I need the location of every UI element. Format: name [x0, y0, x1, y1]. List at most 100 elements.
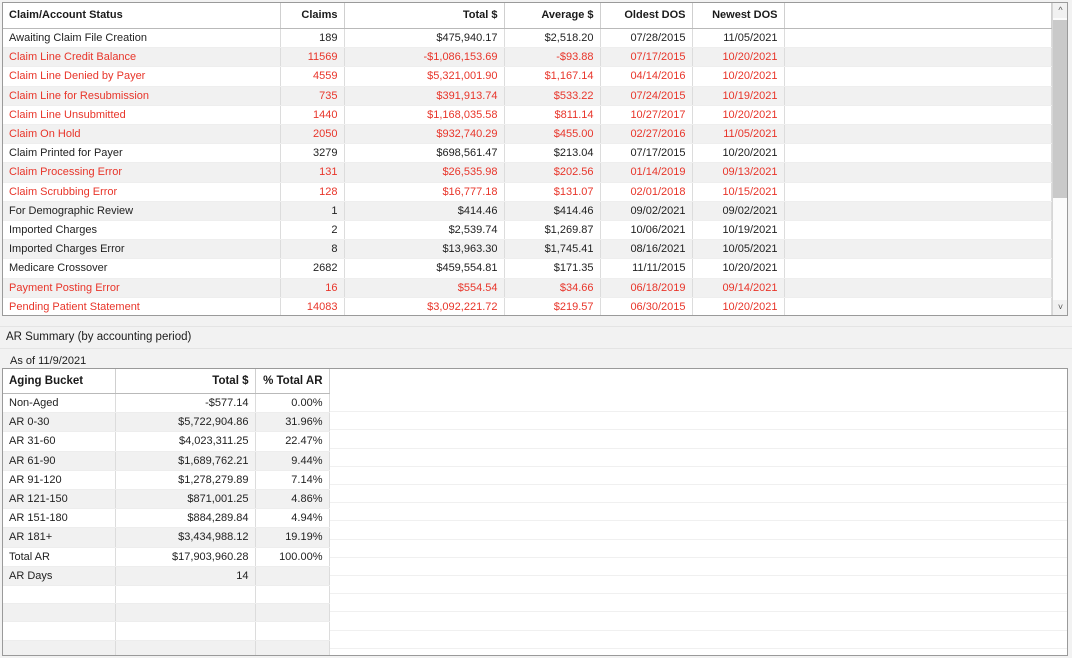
- cell-oldest-dos: 04/14/2016: [600, 67, 692, 86]
- column-header-oldest-dos[interactable]: Oldest DOS: [600, 3, 692, 29]
- row-rule: [329, 630, 1067, 631]
- cell-total: $13,963.30: [344, 240, 504, 259]
- cell-oldest-dos: 07/17/2015: [600, 48, 692, 67]
- table-row[interactable]: Claim Processing Error131$26,535.98$202.…: [3, 163, 1052, 182]
- table-row[interactable]: AR 0-30$5,722,904.8631.96%: [3, 413, 329, 432]
- cell-claims: 2: [280, 221, 344, 240]
- table-row[interactable]: Imported Charges2$2,539.74$1,269.8710/06…: [3, 221, 1052, 240]
- cell-newest-dos: 11/05/2021: [692, 29, 784, 48]
- cell-claims: 14083: [280, 297, 344, 315]
- cell-filler: [784, 48, 1052, 67]
- cell-status: Claim Line Denied by Payer: [3, 67, 280, 86]
- column-header-ar-total[interactable]: Total $: [115, 369, 255, 394]
- claim-status-grid-viewport: ^ Claim/Account Status Claims Total $ Av…: [3, 3, 1052, 315]
- column-header-status[interactable]: ^ Claim/Account Status: [3, 3, 280, 29]
- cell-ar-total: $1,278,279.89: [115, 470, 255, 489]
- cell-status: Claim Line for Resubmission: [3, 86, 280, 105]
- cell-newest-dos: 10/20/2021: [692, 67, 784, 86]
- cell-ar-total: $871,001.25: [115, 490, 255, 509]
- table-row[interactable]: AR 151-180$884,289.844.94%: [3, 509, 329, 528]
- table-row[interactable]: [3, 622, 329, 640]
- row-rule: [329, 611, 1067, 612]
- cell-ar-total: [115, 640, 255, 656]
- cell-claims: 3279: [280, 144, 344, 163]
- table-row[interactable]: AR 61-90$1,689,762.219.44%: [3, 451, 329, 470]
- table-row[interactable]: Claim Line for Resubmission735$391,913.7…: [3, 86, 1052, 105]
- table-row[interactable]: AR 181+$3,434,988.1219.19%: [3, 528, 329, 547]
- sort-ascending-chevron-icon[interactable]: ^: [141, 3, 147, 7]
- cell-pct-total-ar: 0.00%: [255, 394, 329, 413]
- table-row[interactable]: Claim Scrubbing Error128$16,777.18$131.0…: [3, 182, 1052, 201]
- cell-claims: 2682: [280, 259, 344, 278]
- claim-status-grid: ^ Claim/Account Status Claims Total $ Av…: [3, 3, 1052, 315]
- cell-ar-total: -$577.14: [115, 394, 255, 413]
- table-row[interactable]: AR 121-150$871,001.254.86%: [3, 490, 329, 509]
- cell-ar-total: [115, 604, 255, 622]
- table-row[interactable]: [3, 604, 329, 622]
- table-row[interactable]: Payment Posting Error16$554.54$34.6606/1…: [3, 278, 1052, 297]
- table-row[interactable]: AR 91-120$1,278,279.897.14%: [3, 470, 329, 489]
- table-row[interactable]: AR Days14: [3, 566, 329, 585]
- cell-status: For Demographic Review: [3, 201, 280, 220]
- table-row[interactable]: AR 31-60$4,023,311.2522.47%: [3, 432, 329, 451]
- cell-ar-total: 14: [115, 566, 255, 585]
- chevron-down-icon[interactable]: ˅: [1053, 300, 1068, 315]
- table-row[interactable]: Non-Aged-$577.140.00%: [3, 394, 329, 413]
- table-row[interactable]: Claim Line Denied by Payer4559$5,321,001…: [3, 67, 1052, 86]
- cell-newest-dos: 09/13/2021: [692, 163, 784, 182]
- cell-aging-bucket: AR 151-180: [3, 509, 115, 528]
- cell-status: Claim Line Unsubmitted: [3, 105, 280, 124]
- cell-aging-bucket: Non-Aged: [3, 394, 115, 413]
- cell-pct-total-ar: [255, 622, 329, 640]
- cell-aging-bucket: [3, 604, 115, 622]
- cell-claims: 8: [280, 240, 344, 259]
- cell-oldest-dos: 10/27/2017: [600, 105, 692, 124]
- column-header-aging-bucket[interactable]: Aging Bucket: [3, 369, 115, 394]
- table-row[interactable]: Claim Line Unsubmitted1440$1,168,035.58$…: [3, 105, 1052, 124]
- cell-claims: 2050: [280, 125, 344, 144]
- table-row[interactable]: [3, 640, 329, 656]
- cell-total: $554.54: [344, 278, 504, 297]
- table-row[interactable]: Pending Patient Statement14083$3,092,221…: [3, 297, 1052, 315]
- cell-status: Pending Patient Statement: [3, 297, 280, 315]
- table-row[interactable]: Claim On Hold2050$932,740.29$455.0002/27…: [3, 125, 1052, 144]
- table-row[interactable]: Medicare Crossover2682$459,554.81$171.35…: [3, 259, 1052, 278]
- table-row[interactable]: Awaiting Claim File Creation189$475,940.…: [3, 29, 1052, 48]
- claim-status-grid-body: Awaiting Claim File Creation189$475,940.…: [3, 29, 1052, 316]
- cell-filler: [784, 201, 1052, 220]
- column-header-average[interactable]: Average $: [504, 3, 600, 29]
- cell-pct-total-ar: 9.44%: [255, 451, 329, 470]
- scrollbar-thumb[interactable]: [1053, 20, 1068, 198]
- row-rule: [329, 575, 1067, 576]
- column-header-newest-dos[interactable]: Newest DOS: [692, 3, 784, 29]
- cell-aging-bucket: AR 0-30: [3, 413, 115, 432]
- cell-claims: 131: [280, 163, 344, 182]
- cell-filler: [784, 144, 1052, 163]
- table-row[interactable]: For Demographic Review1$414.46$414.4609/…: [3, 201, 1052, 220]
- claim-grid-vertical-scrollbar[interactable]: ^ ˅: [1052, 3, 1067, 315]
- cell-average: $34.66: [504, 278, 600, 297]
- table-row[interactable]: Claim Line Credit Balance11569-$1,086,15…: [3, 48, 1052, 67]
- cell-pct-total-ar: 31.96%: [255, 413, 329, 432]
- cell-filler: [784, 163, 1052, 182]
- row-rule: [329, 411, 1067, 412]
- column-header-total[interactable]: Total $: [344, 3, 504, 29]
- table-row[interactable]: Total AR$17,903,960.28100.00%: [3, 547, 329, 566]
- chevron-up-icon[interactable]: ^: [1053, 3, 1068, 18]
- cell-ar-total: $1,689,762.21: [115, 451, 255, 470]
- ar-header-row: Aging Bucket Total $ % Total AR: [3, 369, 329, 394]
- table-row[interactable]: Claim Printed for Payer3279$698,561.47$2…: [3, 144, 1052, 163]
- cell-oldest-dos: 11/11/2015: [600, 259, 692, 278]
- column-header-claims[interactable]: Claims: [280, 3, 344, 29]
- row-rule: [329, 520, 1067, 521]
- table-row[interactable]: [3, 586, 329, 604]
- cell-oldest-dos: 09/02/2021: [600, 201, 692, 220]
- row-rule: [329, 648, 1067, 649]
- cell-newest-dos: 10/20/2021: [692, 144, 784, 163]
- cell-filler: [784, 297, 1052, 315]
- cell-total: $391,913.74: [344, 86, 504, 105]
- cell-average: $219.57: [504, 297, 600, 315]
- column-header-pct-total-ar[interactable]: % Total AR: [255, 369, 329, 394]
- table-row[interactable]: Imported Charges Error8$13,963.30$1,745.…: [3, 240, 1052, 259]
- cell-aging-bucket: AR Days: [3, 566, 115, 585]
